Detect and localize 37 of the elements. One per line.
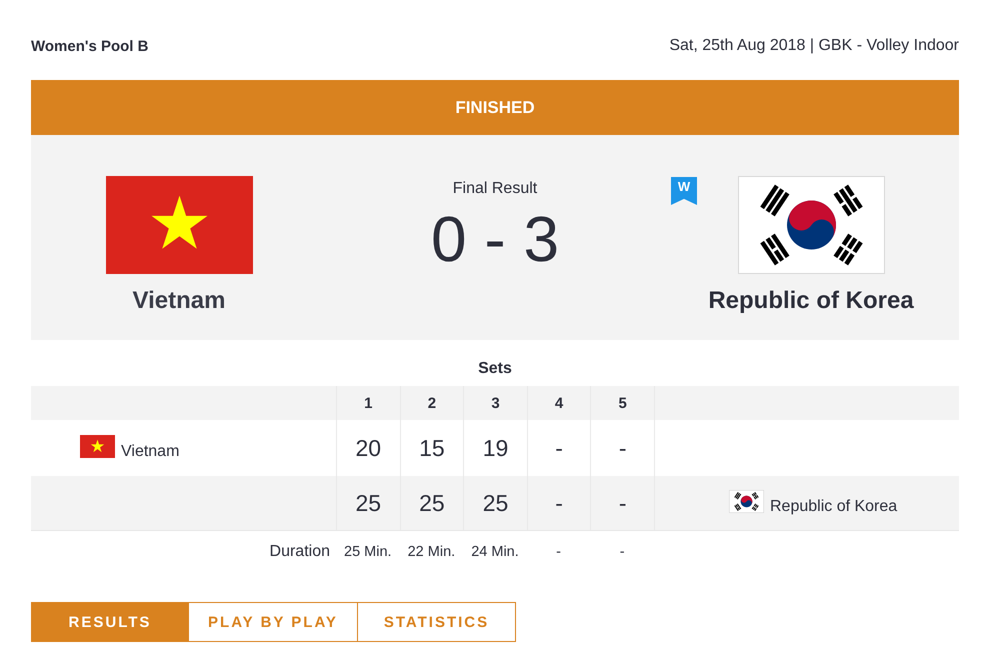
set-score: 20 — [356, 434, 382, 462]
winner-badge: W — [671, 177, 697, 205]
set-duration: 25 Min. — [344, 544, 392, 560]
tab[interactable]: PLAY BY PLAY — [189, 602, 358, 642]
final-score: 0 - 3 — [430, 203, 560, 275]
korea-flag-icon — [728, 490, 764, 513]
vietnam-flag-icon — [80, 435, 115, 458]
set-score: - — [618, 434, 627, 462]
duration-label: Duration — [270, 543, 330, 561]
sets-title: Sets — [478, 360, 512, 378]
set-score: - — [618, 490, 627, 516]
tab[interactable]: STATISTICS — [358, 602, 516, 642]
event-title: Women's Pool B — [31, 38, 148, 54]
set-duration: - — [620, 544, 625, 560]
set-number: 5 — [618, 394, 627, 412]
set-score: - — [555, 434, 563, 462]
set-score: 15 — [419, 434, 445, 462]
set-score: 19 — [482, 434, 508, 462]
set-duration: 24 Min. — [471, 544, 519, 560]
set-number: 4 — [554, 394, 564, 412]
set-score: 25 — [482, 490, 508, 516]
set-score: 25 — [419, 490, 445, 516]
set-duration: 22 Min. — [408, 544, 456, 560]
team-name: Republic of Korea — [708, 286, 914, 316]
team-name: Vietnam — [121, 443, 180, 461]
set-score: - — [555, 490, 563, 516]
set-number: 3 — [491, 394, 500, 412]
result-label: Final Result — [452, 179, 538, 199]
set-duration: - — [556, 544, 562, 560]
status-banner: FINISHED — [31, 80, 959, 135]
set-number: 1 — [364, 394, 372, 412]
tab[interactable]: RESULTS — [31, 602, 189, 642]
set-number: 2 — [428, 394, 436, 412]
match-info: Sat, 25th Aug 2018 | GBK - Volley Indoor — [669, 37, 959, 55]
team-name: Vietnam — [132, 286, 226, 316]
team-name: Republic of Korea — [770, 498, 898, 516]
set-score: 25 — [356, 490, 382, 516]
